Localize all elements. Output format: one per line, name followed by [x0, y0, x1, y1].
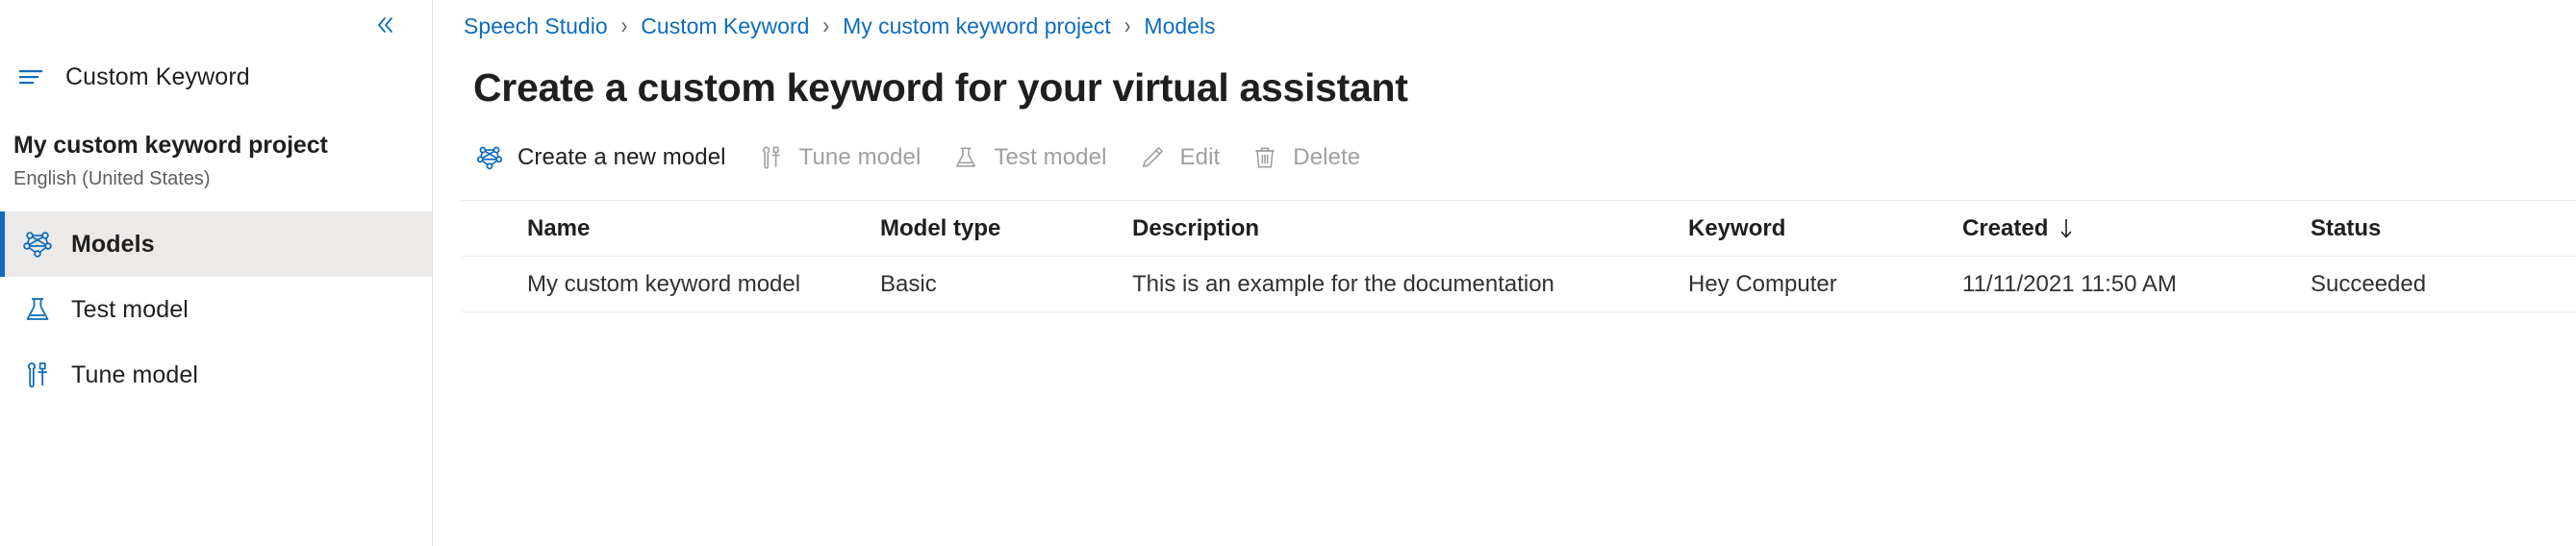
toolbar-button-label: Edit: [1179, 144, 1221, 171]
sidebar-item-models[interactable]: Models: [0, 211, 432, 278]
column-header-created[interactable]: Created: [1953, 215, 2301, 242]
breadcrumb-separator-icon: ›: [822, 12, 830, 39]
create-a-new-model-button[interactable]: Create a new model: [473, 136, 726, 179]
breadcrumb-separator-icon: ›: [1124, 12, 1131, 39]
delete-button[interactable]: Delete: [1249, 136, 1360, 179]
breadcrumb-item-speech-studio[interactable]: Speech Studio: [464, 13, 608, 39]
sidebar-item-label: Tune model: [71, 360, 199, 388]
sidebar: Custom Keyword My custom keyword project…: [0, 0, 433, 546]
tools-icon: [17, 355, 58, 395]
edit-button[interactable]: Edit: [1136, 136, 1221, 179]
sidebar-project-locale: English (United States): [13, 168, 211, 190]
toolbar-button-label: Test model: [994, 144, 1107, 171]
model-created-cell: 11/11/2021 11:50 AM: [1962, 270, 2177, 297]
arrow-down-icon: [2058, 216, 2075, 241]
network-graph-icon: [473, 141, 506, 174]
sidebar-brand[interactable]: Custom Keyword: [0, 50, 432, 104]
column-header-created-label: Created: [1962, 214, 2049, 241]
column-header-model-type[interactable]: Model type: [871, 215, 1123, 242]
model-name-link[interactable]: My custom keyword model: [462, 271, 871, 298]
network-graph-icon: [17, 224, 58, 264]
breadcrumb-item-custom-keyword[interactable]: Custom Keyword: [641, 13, 809, 39]
table-row[interactable]: My custom keyword model Basic This is an…: [462, 257, 2576, 313]
test-model-button[interactable]: Test model: [949, 136, 1106, 179]
app-root: Custom Keyword My custom keyword project…: [0, 0, 2576, 546]
toolbar-button-label: Tune model: [798, 144, 922, 171]
chevron-double-left-icon[interactable]: [366, 7, 403, 43]
sidebar-collapse-row: [0, 0, 432, 50]
model-description-cell: This is an example for the documentation: [1132, 270, 1554, 297]
toolbar-button-label: Delete: [1293, 144, 1361, 171]
tools-icon: [755, 141, 788, 174]
sidebar-item-label: Test model: [71, 295, 189, 323]
model-type-cell: Basic: [880, 270, 937, 297]
sidebar-brand-label: Custom Keyword: [65, 62, 250, 90]
breadcrumb-separator-icon: ›: [620, 12, 628, 39]
model-keyword-cell: Hey Computer: [1688, 270, 1837, 297]
toolbar-button-label: Create a new model: [518, 144, 726, 171]
column-header-status[interactable]: Status: [2301, 215, 2576, 242]
table-header-row: Name Model type Description Keyword Crea…: [462, 201, 2576, 258]
sidebar-item-label: Models: [71, 230, 155, 258]
flask-icon: [949, 141, 982, 174]
column-header-keyword[interactable]: Keyword: [1679, 215, 1953, 242]
column-header-name[interactable]: Name: [462, 215, 871, 242]
status-badge: Succeeded: [2311, 270, 2427, 297]
sidebar-item-tune-model[interactable]: Tune model: [0, 342, 432, 408]
breadcrumb: Speech Studio › Custom Keyword › My cust…: [462, 0, 2576, 42]
main-content: Speech Studio › Custom Keyword › My cust…: [433, 0, 2576, 546]
hamburger-menu-icon: [15, 61, 48, 93]
toolbar: Create a new model Tune model Test model…: [462, 136, 2576, 179]
sidebar-item-test-model[interactable]: Test model: [0, 277, 432, 342]
column-header-description[interactable]: Description: [1123, 215, 1679, 242]
sidebar-project-block: My custom keyword project English (Unite…: [0, 104, 432, 211]
sidebar-nav: Models Test model Tune model: [0, 211, 432, 408]
tune-model-button[interactable]: Tune model: [755, 136, 922, 179]
page-title: Create a custom keyword for your virtual…: [473, 65, 1408, 110]
breadcrumb-item-models[interactable]: Models: [1144, 13, 1215, 39]
trash-icon: [1249, 141, 1281, 174]
breadcrumb-item-project[interactable]: My custom keyword project: [843, 13, 1111, 39]
sidebar-project-name: My custom keyword project: [13, 132, 328, 159]
pencil-icon: [1136, 141, 1169, 174]
models-table: Name Model type Description Keyword Crea…: [462, 200, 2576, 313]
flask-icon: [17, 289, 58, 330]
